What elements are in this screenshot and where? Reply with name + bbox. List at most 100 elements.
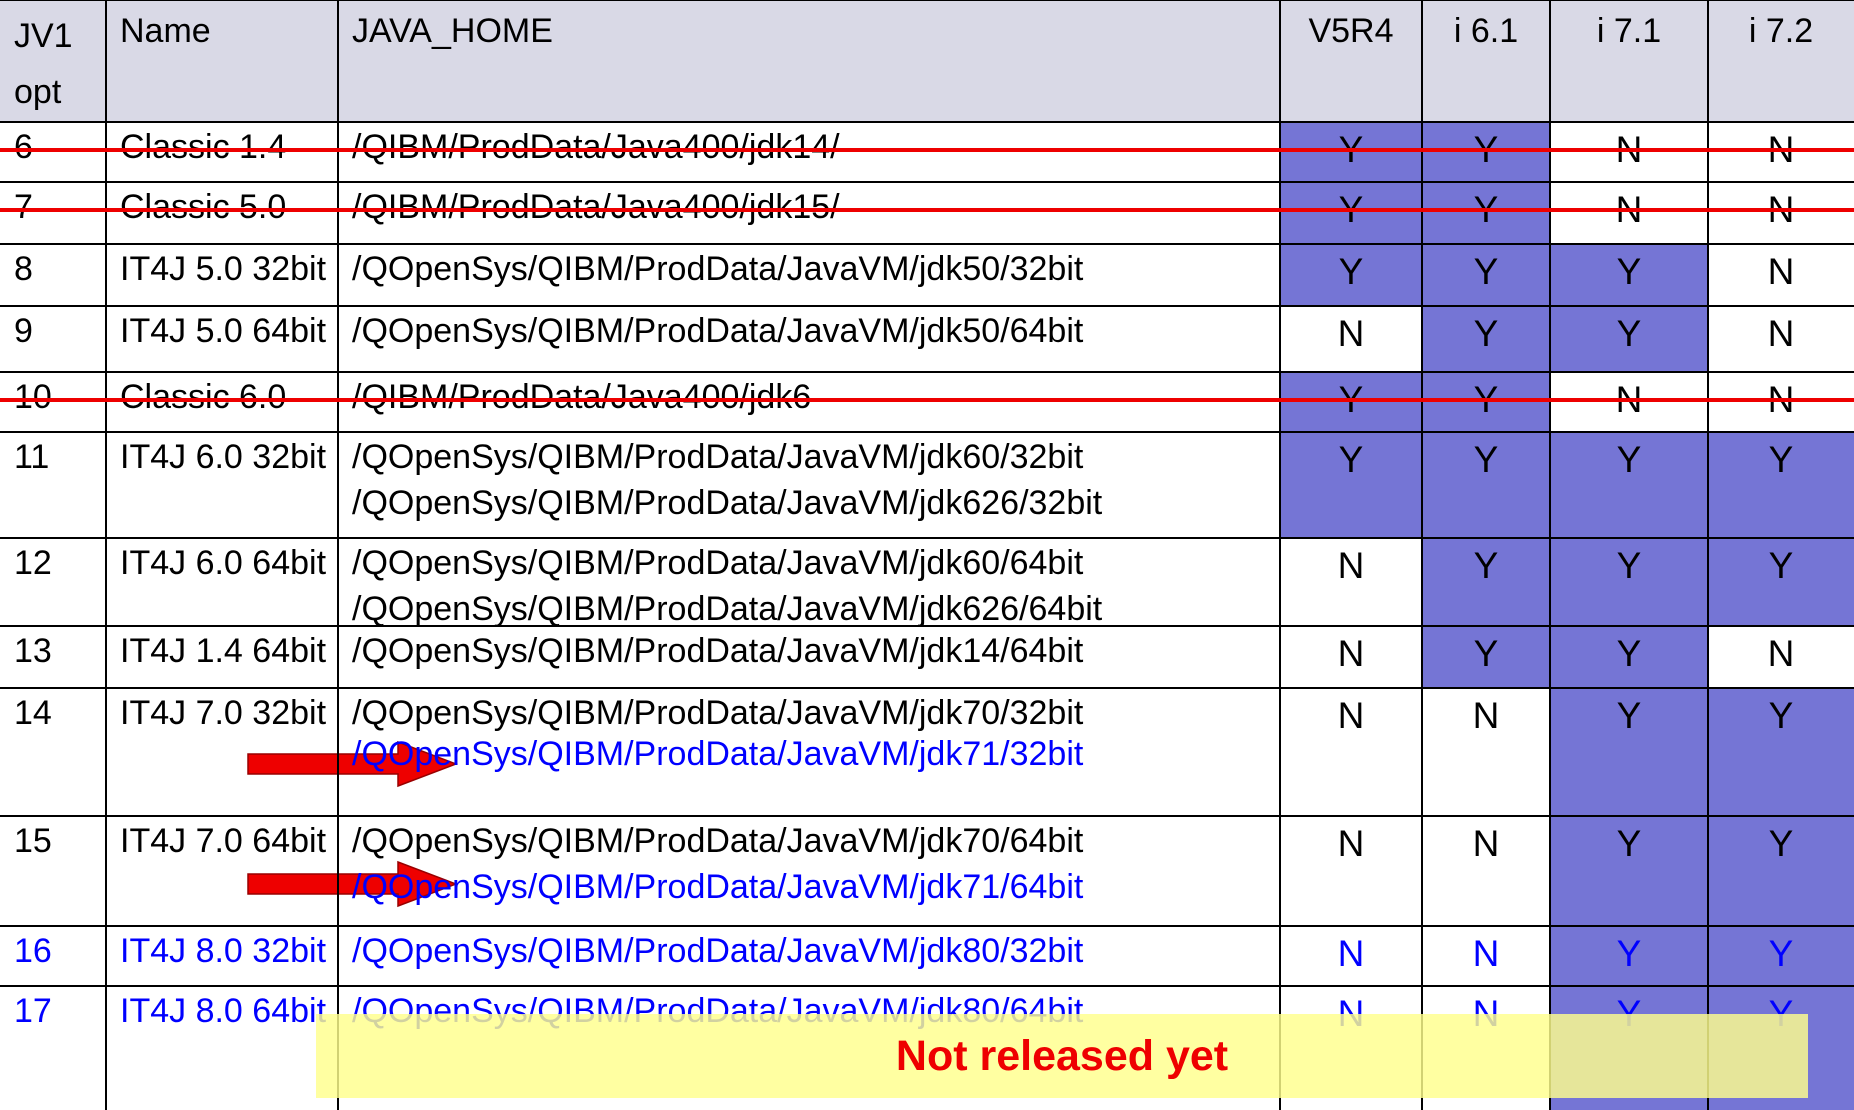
i72-header: i 7.2 [1708,0,1854,122]
column-divider [1421,0,1423,1110]
i71-support-cell: Y [1550,688,1708,816]
i72-support-value: Y [1768,823,1794,864]
name-text: IT4J 1.4 64bit [120,632,327,670]
not-released-banner: Not released yet [316,1014,1808,1098]
table-row: 14 IT4J 7.0 32bit/QOpenSys/QIBM/ProdData/… [0,688,1854,816]
i71-support-cell: Y [1550,432,1708,538]
name-text: Classic 1.4 [120,128,287,166]
not-released-text: Not released yet [895,1032,1229,1080]
java-home-path: /QOpenSys/QIBM/ProdData/JavaVM/jdk60/32b… [352,438,1084,476]
i71-support-cell: N [1550,182,1708,244]
jv1-opt-cell: 12 [14,544,52,582]
name-text: IT4J 8.0 32bit [120,932,327,970]
v5r4-support-value: N [1337,933,1365,974]
row-divider [0,985,1854,987]
i71-support-cell: Y [1550,626,1708,688]
i72-support-value: Y [1768,933,1794,974]
jv1-opt-cell: 17 [14,992,52,1030]
i71-header: i 7.1 [1550,0,1708,122]
v5r4-support-cell: N [1280,816,1422,926]
java-home-path: /QOpenSys/QIBM/ProdData/JavaVM/jdk14/64b… [352,632,1084,670]
strikethrough-line [0,208,1854,212]
i71-support-value: Y [1616,695,1642,736]
name-cell: IT4J 1.4 64bit [106,626,338,688]
i71-support-cell: N [1550,122,1708,182]
v5r4-header-line: V5R4 [1308,12,1394,50]
i71-support-value: Y [1616,823,1642,864]
name-text: IT4J 5.0 64bit [120,312,327,350]
i72-support-cell: Y [1708,816,1854,926]
row-divider [0,925,1854,927]
name-text: IT4J 7.0 64bit [120,822,327,860]
name-cell: IT4J 5.0 64bit [106,306,338,372]
java-home-path: /QOpenSys/QIBM/ProdData/JavaVM/jdk50/32b… [352,250,1084,288]
i72-support-cell: N [1708,372,1854,432]
row-divider [0,431,1854,433]
java-home-path: /QOpenSys/QIBM/ProdData/JavaVM/jdk71/32b… [352,735,1084,773]
i61-support-cell: Y [1422,244,1550,306]
i72-support-cell: Y [1708,688,1854,816]
v5r4-support-cell: Y [1280,372,1422,432]
v5r4-support-value: N [1337,545,1365,586]
table-row: 16 IT4J 8.0 32bit/QOpenSys/QIBM/ProdData/… [0,926,1854,986]
i71-support-cell: Y [1550,816,1708,926]
i61-header: i 6.1 [1422,0,1550,122]
name-text: IT4J 5.0 32bit [120,250,327,288]
name-cell: IT4J 8.0 32bit [106,926,338,986]
jv1-opt-cell: 15 [14,822,52,860]
i61-support-cell: N [1422,688,1550,816]
java-versions-slide: JV1 opt Name JAVA_HOME V5R4 i 6.1 i 7.1 i 7.2 6 C… [0,0,1854,1110]
jv1-opt-cell: 13 [14,632,52,670]
i61-support-value: Y [1473,633,1499,674]
name-text: IT4J 6.0 32bit [120,438,327,476]
i71-support-value: Y [1616,633,1642,674]
i61-support-value: Y [1473,439,1499,480]
jv1-opt-cell: 14 [14,694,52,732]
column-divider [1279,0,1281,1110]
i72-support-cell: Y [1708,926,1854,986]
java-home-path: /QOpenSys/QIBM/ProdData/JavaVM/jdk80/32b… [352,932,1084,970]
name-cell: Classic 1.4 [106,122,338,182]
strikethrough-line [0,148,1854,152]
table-row: 11 IT4J 6.0 32bit/QOpenSys/QIBM/ProdData/… [0,432,1854,538]
i71-header-line: i 7.1 [1596,12,1662,50]
name-header-line: Name [120,12,211,50]
java-home-cell: /QOpenSys/QIBM/ProdData/JavaVM/jdk80/32b… [338,926,1280,986]
v5r4-support-value: N [1337,695,1365,736]
jv1-opt-cell: 8 [14,250,33,288]
v5r4-support-cell: N [1280,688,1422,816]
java-home-path: /QOpenSys/QIBM/ProdData/JavaVM/jdk50/64b… [352,312,1084,350]
row-divider [0,537,1854,539]
name-text: IT4J 6.0 64bit [120,544,327,582]
table-row: 10 Classic 6.0/QIBM/ProdData/Java400/jdk6… [0,372,1854,432]
java-home-cell: /QOpenSys/QIBM/ProdData/JavaVM/jdk50/64b… [338,306,1280,372]
i72-support-cell: N [1708,626,1854,688]
name-header: Name [106,0,338,122]
jv1-opt-cell: 10 [14,378,52,416]
i72-support-value: Y [1768,439,1794,480]
name-cell: IT4J 8.0 64bit [106,986,338,1110]
column-divider [1707,0,1709,1110]
jv1-opt-cell: 7 [14,188,33,226]
i71-support-cell: Y [1550,926,1708,986]
java-home-cell: /QOpenSys/QIBM/ProdData/JavaVM/jdk70/32b… [338,688,1280,816]
i71-support-cell: Y [1550,244,1708,306]
i71-support-value: Y [1616,545,1642,586]
v5r4-support-cell: N [1280,626,1422,688]
v5r4-support-cell: Y [1280,182,1422,244]
i61-support-value: N [1472,933,1500,974]
name-text: Classic 6.0 [120,378,287,416]
v5r4-support-cell: Y [1280,244,1422,306]
i61-support-value: N [1472,695,1500,736]
i72-support-cell: Y [1708,538,1854,626]
v5r4-support-value: N [1337,823,1365,864]
name-text: Classic 5.0 [120,188,287,226]
java-home-path: /QOpenSys/QIBM/ProdData/JavaVM/jdk71/64b… [352,868,1084,906]
java-home-cell: /QIBM/ProdData/Java400/jdk14/ [338,122,1280,182]
table-row: 15 IT4J 7.0 64bit/QOpenSys/QIBM/ProdData/… [0,816,1854,926]
i72-support-value: Y [1768,545,1794,586]
i61-support-cell: Y [1422,122,1550,182]
table-row: 9 IT4J 5.0 64bit/QOpenSys/QIBM/ProdData/J… [0,306,1854,372]
row-divider [0,625,1854,627]
column-divider [1549,0,1551,1110]
